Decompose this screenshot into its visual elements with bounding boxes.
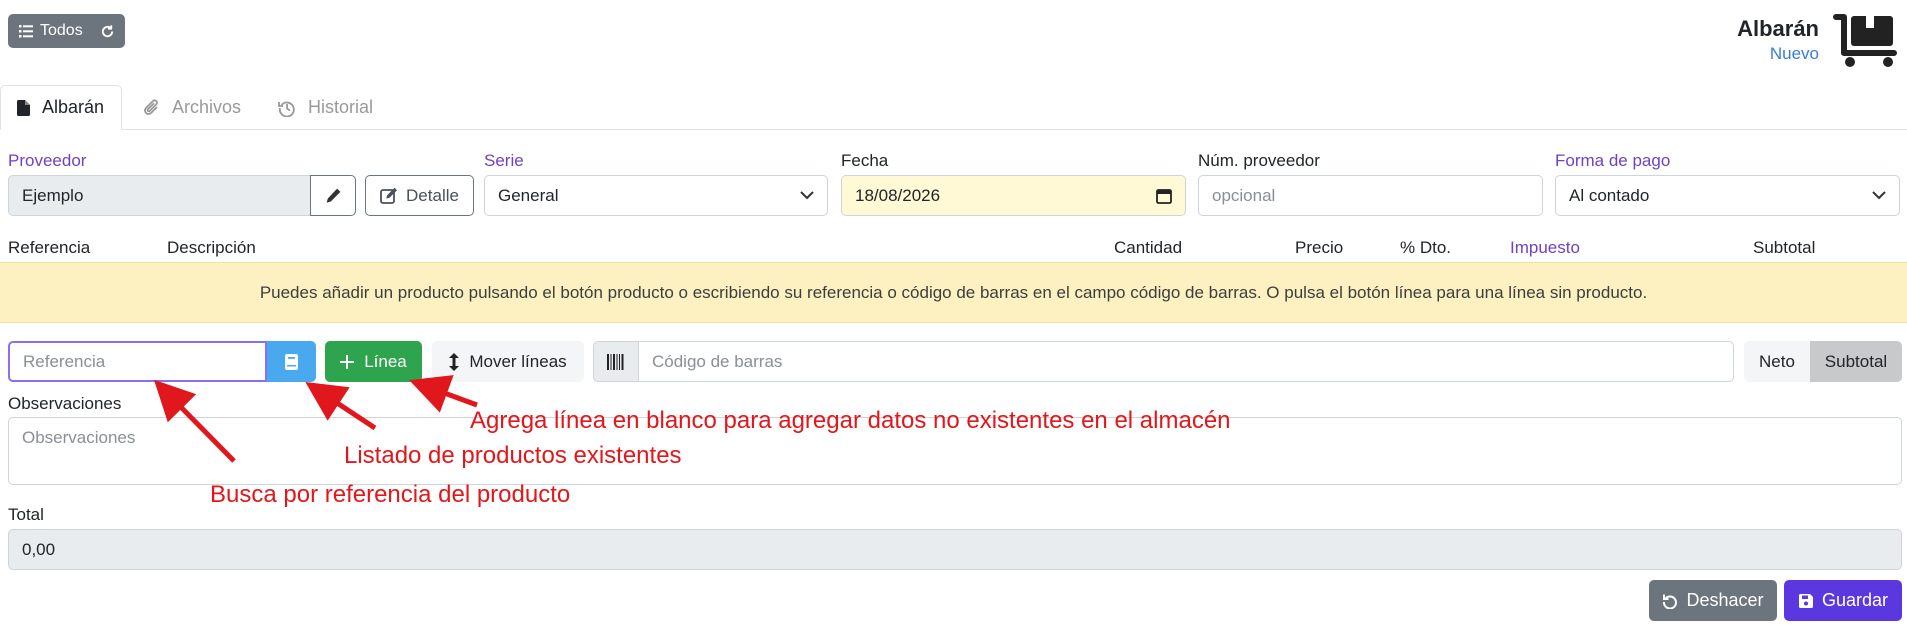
annotation-listado: Listado de productos existentes [344, 442, 682, 469]
annotation-linea: Agrega línea en blanco para agregar dato… [470, 407, 1231, 434]
annotation-arrows [153, 375, 478, 463]
arrow-linea [409, 375, 478, 413]
arrow-referencia [153, 379, 236, 463]
arrow-listado [305, 381, 377, 431]
annotation-referencia: Busca por referencia del producto [210, 481, 571, 508]
